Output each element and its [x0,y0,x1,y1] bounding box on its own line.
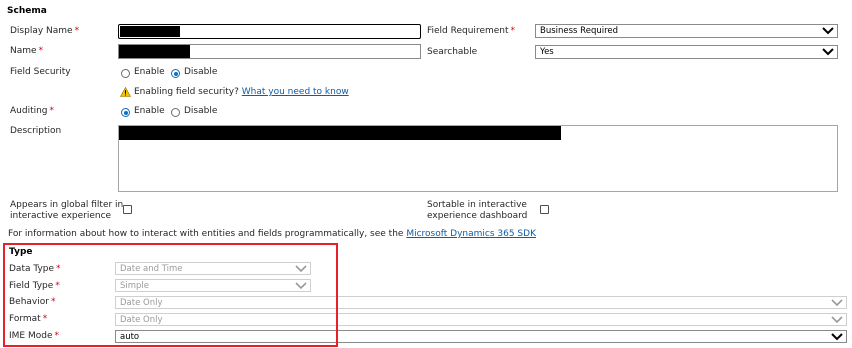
auditing-label: Auditing * [10,106,55,116]
dynamics-sdk-link[interactable]: Microsoft Dynamics 365 SDK [406,229,536,239]
global-filter-label: Appears in global filter in interactive e… [10,200,124,221]
description-label: Description [10,126,62,136]
schema-section-title: Schema [7,6,47,16]
field-security-enable-radio[interactable] [121,69,130,78]
field-security-disable-label: Disable [184,67,218,77]
warning-icon [120,87,131,97]
chevron-down-icon [831,316,843,324]
chevron-down-icon [822,48,834,56]
auditing-disable-radio[interactable] [171,108,180,117]
searchable-value: Yes [540,47,554,57]
field-security-enable-label: Enable [134,67,165,77]
field-requirement-label: Field Requirement * [427,26,516,36]
field-security-label: Field Security [10,67,71,77]
sortable-checkbox[interactable] [540,205,549,214]
chevron-down-icon [822,27,834,35]
redacted-block [119,45,190,58]
chevron-down-icon [831,299,843,307]
what-you-need-to-know-link[interactable]: What you need to know [242,87,349,97]
auditing-enable-label: Enable [134,106,165,116]
field-requirement-select[interactable]: Business Required [535,24,838,38]
name-label: Name * [10,46,44,56]
field-requirement-value: Business Required [540,26,619,36]
redacted-block [119,126,561,140]
display-name-label: Display Name * [10,26,80,36]
field-security-warning: Enabling field security? What you need t… [134,87,349,97]
field-security-disable-radio[interactable] [171,69,180,78]
searchable-select[interactable]: Yes [535,45,838,59]
searchable-label: Searchable [427,47,478,57]
sortable-label: Sortable in interactive experience dashbo… [427,200,528,221]
chevron-down-icon [831,333,843,341]
auditing-enable-radio[interactable] [121,108,130,117]
redacted-block [120,26,180,37]
type-section-highlight [3,243,338,347]
sdk-info-text: For information about how to interact wi… [8,229,536,239]
auditing-disable-label: Disable [184,106,218,116]
global-filter-checkbox[interactable] [123,205,132,214]
